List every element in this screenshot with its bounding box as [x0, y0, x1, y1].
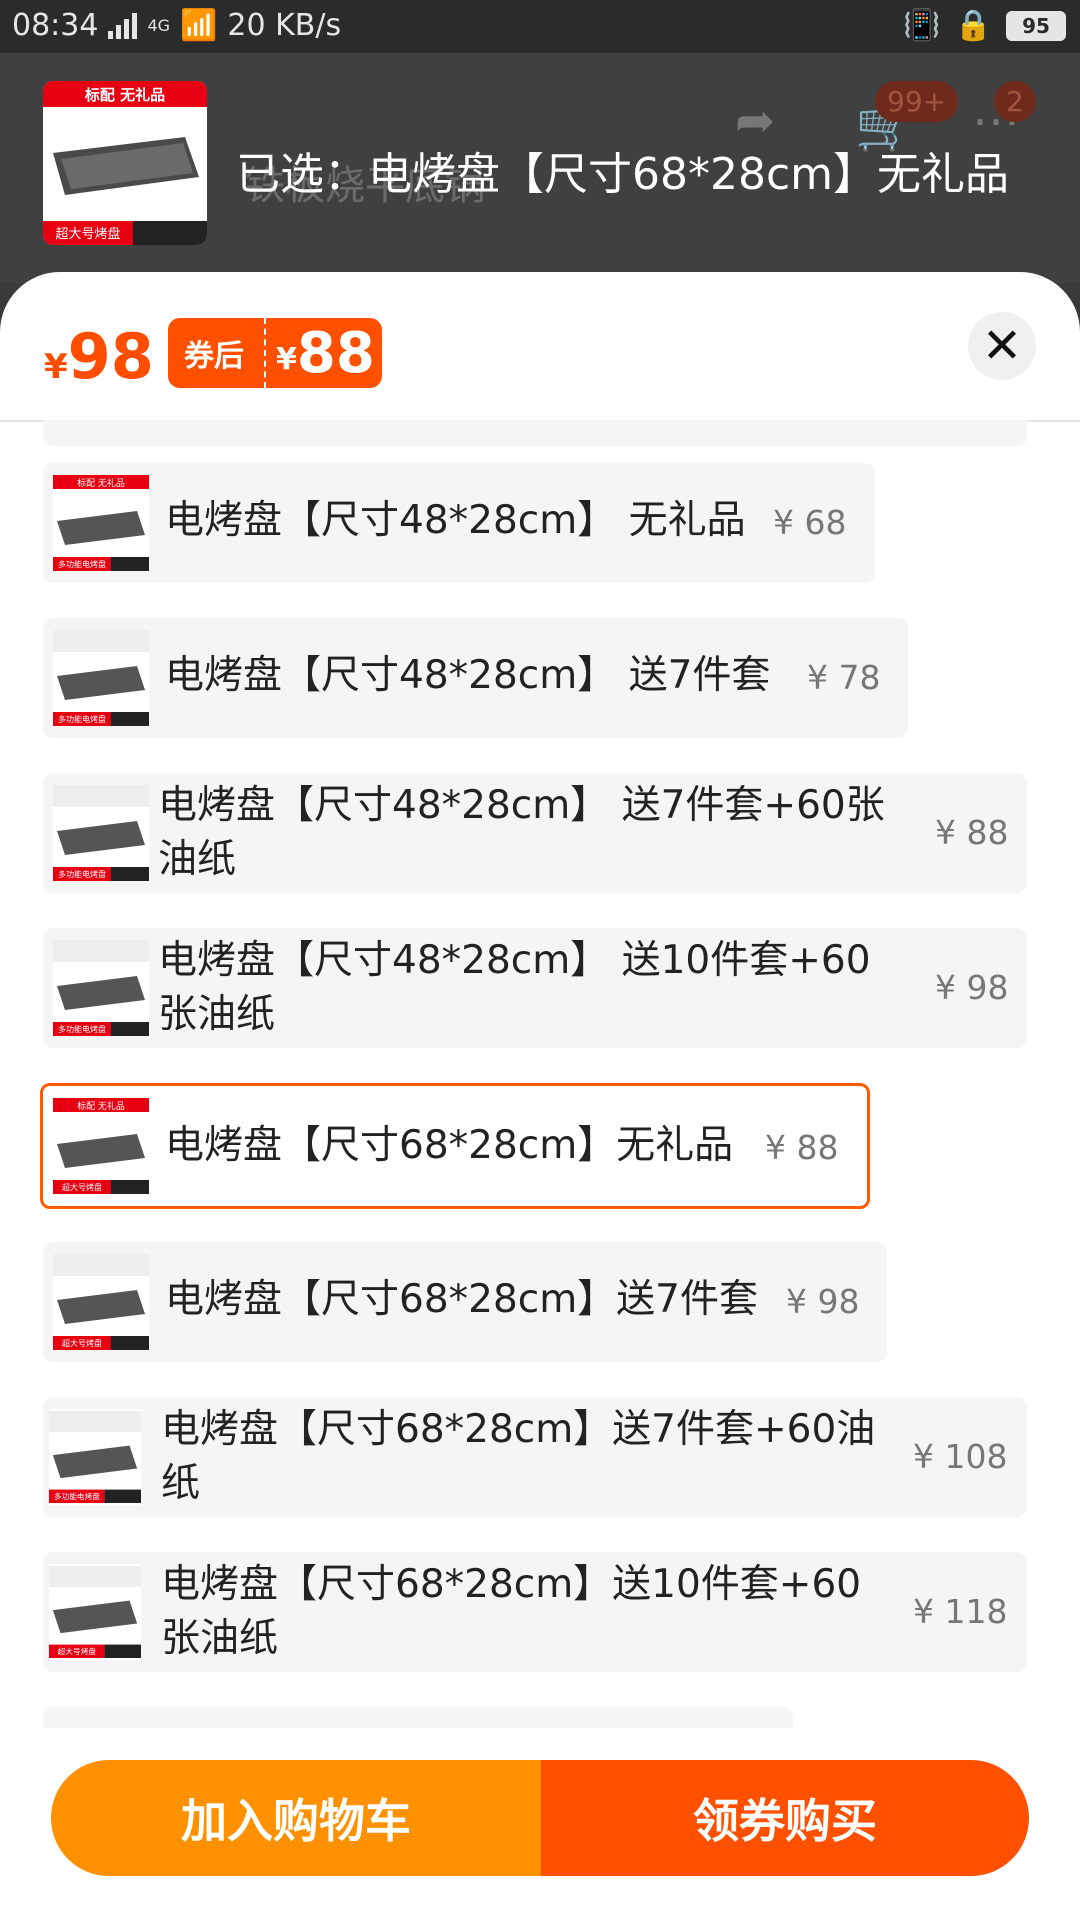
- status-time: 08:34: [12, 8, 99, 43]
- battery-indicator: 95: [1006, 10, 1066, 41]
- coupon-price: 88: [296, 320, 375, 386]
- svg-text:超大号烤盘: 超大号烤盘: [58, 1646, 97, 1656]
- option-label: 电烤盘【尺寸68*28cm】无礼品: [165, 1123, 734, 1168]
- option-label: 电烤盘【尺寸48*28cm】 送10件套+60张油纸: [158, 938, 871, 1037]
- sku-option[interactable]: 多功能电烤盘 电烤盘【尺寸48*28cm】 送10件套+60张油纸 ¥ 98: [43, 928, 1027, 1048]
- option-price: ¥ 88: [765, 1128, 839, 1167]
- option-thumbnail: 标配 无礼品多功能电烤盘: [53, 475, 149, 571]
- message-badge: 2: [994, 81, 1036, 122]
- current-price: ¥98: [44, 320, 154, 393]
- svg-text:超大号烤盘: 超大号烤盘: [62, 1338, 102, 1348]
- option-price: ¥ 88: [935, 813, 1009, 852]
- svg-text:超大号烤盘: 超大号烤盘: [62, 1182, 102, 1192]
- wifi-icon: 📶: [180, 8, 218, 43]
- vibrate-icon: 📳: [903, 8, 941, 43]
- sku-option-list[interactable]: 标配 无礼品 多功能电烤盘 电烤盘【尺寸48*28cm】 无礼品 ¥ 68 多功能…: [0, 420, 1080, 1728]
- add-to-cart-button[interactable]: 加入购物车: [51, 1760, 541, 1876]
- option-thumbnail: 多功能电烤盘: [53, 785, 149, 881]
- option-thumbnail: 超大号烤盘: [49, 1564, 141, 1660]
- svg-text:多功能电烤盘: 多功能电烤盘: [58, 1024, 106, 1034]
- sku-option[interactable]: 超大号烤盘 电烤盘【尺寸68*28cm】送7件套 ¥ 98: [43, 1242, 887, 1362]
- sku-sheet: ¥98 券后 ¥ 88 ✕ 标配 无礼品 多功能电烤盘 电烤盘【尺寸48*28cm…: [0, 272, 1080, 1920]
- selected-product-image: 标配 无礼品 超大号烤盘: [43, 81, 207, 245]
- sku-option-selected[interactable]: 标配 无礼品超大号烤盘 电烤盘【尺寸68*28cm】无礼品 ¥ 88: [40, 1083, 870, 1209]
- option-price: ¥ 118: [913, 1592, 1008, 1631]
- svg-text:多功能电烤盘: 多功能电烤盘: [58, 714, 106, 724]
- network-label: 4G: [147, 16, 171, 35]
- option-thumbnail: 多功能电烤盘: [49, 1409, 141, 1505]
- signal-icon: [108, 12, 138, 39]
- coupon-buy-button[interactable]: 领券购买: [541, 1760, 1029, 1876]
- option-price: ¥ 68: [773, 503, 847, 542]
- option-label: 电烤盘【尺寸48*28cm】 无礼品: [165, 498, 746, 543]
- selected-thumb-bottom: 超大号烤盘: [55, 226, 120, 242]
- price-bar: ¥98 券后 ¥ 88 ✕: [0, 272, 1080, 422]
- svg-text:多功能电烤盘: 多功能电烤盘: [54, 1491, 100, 1501]
- coupon-label: 券后: [184, 339, 244, 374]
- option-thumbnail: 多功能电烤盘: [53, 630, 149, 726]
- svg-text:标配 无礼品: 标配 无礼品: [77, 477, 125, 489]
- option-label: 电烤盘【尺寸48*28cm】 送7件套: [165, 653, 771, 698]
- option-price: ¥ 98: [935, 968, 1009, 1007]
- sku-option[interactable]: 多功能电烤盘 电烤盘【尺寸48*28cm】 送7件套+60张油纸 ¥ 88: [43, 773, 1027, 893]
- close-button[interactable]: ✕: [968, 312, 1036, 380]
- lock-rotation-icon: 🔒: [954, 8, 992, 43]
- sku-option[interactable]: 多功能电烤盘 电烤盘【尺寸48*28cm】 送7件套 ¥ 78: [43, 618, 908, 738]
- svg-text:多功能电烤盘: 多功能电烤盘: [58, 869, 106, 879]
- sku-option[interactable]: 超大号烤盘 电烤盘【尺寸68*28cm】送10件套+60张油纸 ¥ 118: [43, 1552, 1027, 1672]
- option-label: 电烤盘【尺寸68*28cm】送10件套+60张油纸: [161, 1562, 862, 1661]
- option-price: ¥ 108: [913, 1437, 1008, 1476]
- coupon-price-badge: 券后 ¥ 88: [168, 318, 382, 388]
- sku-option[interactable]: 标配 无礼品多功能电烤盘 电烤盘【尺寸48*28cm】 无礼品 ¥ 68: [43, 463, 875, 583]
- option-thumbnail: 多功能电烤盘: [53, 940, 149, 1036]
- option-label: 电烤盘【尺寸48*28cm】 送7件套+60张油纸: [158, 783, 885, 882]
- selected-variant-text: 已选：电烤盘【尺寸68*28cm】无礼品: [236, 149, 1010, 200]
- option-thumbnail: 超大号烤盘: [53, 1254, 149, 1350]
- list-item[interactable]: [43, 420, 1027, 446]
- network-speed: 20 KB/s: [227, 8, 342, 43]
- svg-text:标配 无礼品: 标配 无礼品: [77, 1100, 125, 1112]
- option-label: 电烤盘【尺寸68*28cm】送7件套: [165, 1277, 758, 1322]
- option-price: ¥ 98: [786, 1282, 860, 1321]
- selected-thumb-top: 标配 无礼品: [84, 86, 165, 104]
- sku-option[interactable]: 多功能电烤盘 电烤盘【尺寸68*28cm】送7件套+60油纸 ¥ 108: [43, 1397, 1027, 1517]
- status-bar: 08:34 4G 📶 20 KB/s 📳 🔒 95: [0, 0, 1080, 53]
- svg-text:多功能电烤盘: 多功能电烤盘: [58, 559, 106, 569]
- cart-badge: 99+: [875, 81, 959, 122]
- option-label: 电烤盘【尺寸68*28cm】送7件套+60油纸: [161, 1407, 876, 1506]
- list-item[interactable]: [43, 1707, 793, 1728]
- option-price: ¥ 78: [807, 658, 881, 697]
- option-thumbnail: 标配 无礼品超大号烤盘: [53, 1098, 149, 1194]
